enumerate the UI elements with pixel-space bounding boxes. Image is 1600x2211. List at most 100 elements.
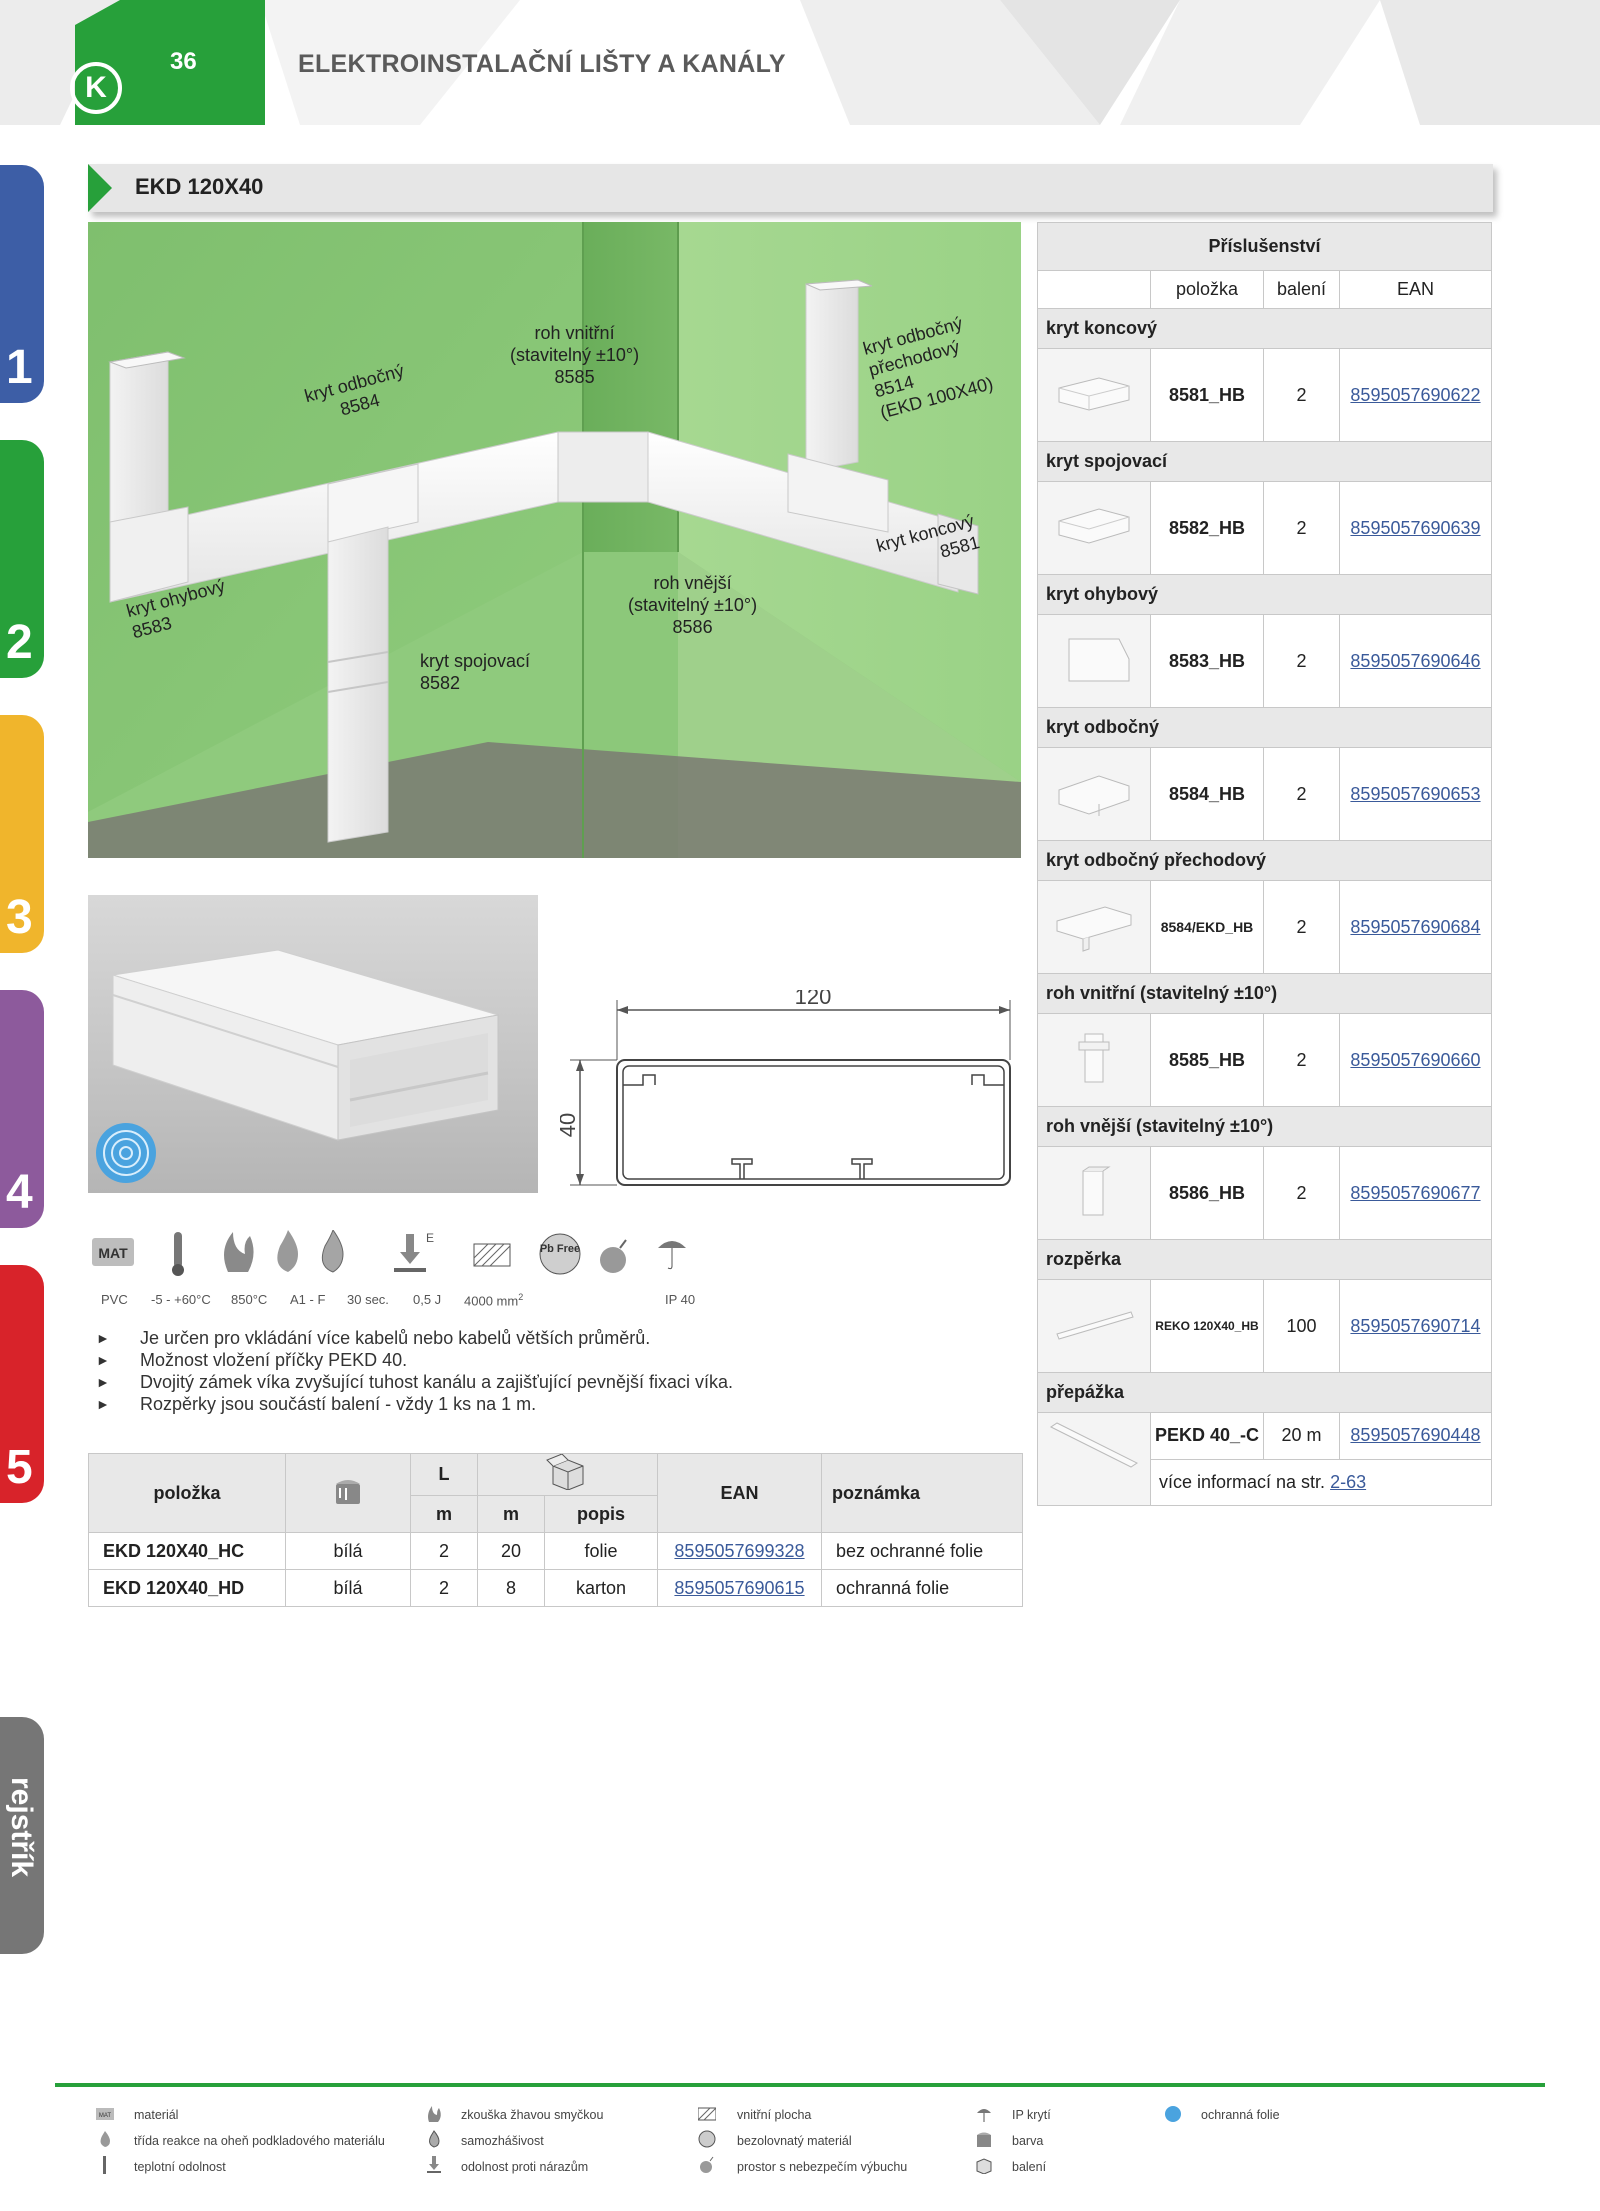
svg-text:Pb Free: Pb Free bbox=[540, 1243, 580, 1255]
label-roh-vnejsi: roh vnější (stavitelný ±10°) 8586 bbox=[628, 573, 758, 637]
label-impact: 0,5 J bbox=[413, 1292, 442, 1307]
lead-free-icon: Pb Free bbox=[539, 1233, 581, 1275]
accessory-row: 8581_HB 2 8595057690622 bbox=[1037, 348, 1492, 442]
accessory-image bbox=[1037, 1412, 1151, 1506]
ean-link[interactable]: 8595057690622 bbox=[1350, 385, 1480, 405]
chapter-tab-4[interactable]: 4 bbox=[0, 990, 44, 1228]
legend-item: balení bbox=[1012, 2160, 1047, 2174]
accessory-row: 8582_HB 2 8595057690639 bbox=[1037, 481, 1492, 575]
legend-item: vnitřní plocha bbox=[737, 2108, 812, 2122]
package-box-icon bbox=[545, 1453, 583, 1491]
accessory-image bbox=[1037, 747, 1151, 841]
accessory-image bbox=[1037, 481, 1151, 575]
ean-link[interactable]: 8595057690646 bbox=[1350, 651, 1480, 671]
glow-wire-icon bbox=[428, 2106, 441, 2122]
lead-free-icon bbox=[698, 2130, 716, 2148]
col-package bbox=[477, 1453, 658, 1496]
label-self-extinguishing: 30 sec. bbox=[347, 1292, 389, 1307]
ean-link[interactable]: 8595057690714 bbox=[1350, 1316, 1480, 1336]
ip-rating-icon bbox=[977, 2109, 991, 2122]
paint-bucket-icon bbox=[977, 2132, 991, 2147]
dimension-width: 120 bbox=[795, 990, 832, 1009]
ean-link[interactable]: 8595057690639 bbox=[1350, 518, 1480, 538]
ean-link[interactable]: 8595057690677 bbox=[1350, 1183, 1480, 1203]
inner-area-icon bbox=[698, 2107, 716, 2121]
legend-item: samozhášivost bbox=[461, 2134, 544, 2148]
installation-photo: roh vnitřní (stavitelný ±10°) 8585 kryt od… bbox=[88, 222, 1021, 858]
legend-item: odolnost proti nárazům bbox=[461, 2160, 589, 2174]
more-info: více informací na str. 2-63 bbox=[1150, 1458, 1492, 1506]
protective-foil-icon bbox=[1165, 2106, 1181, 2122]
accessory-row: 8585_HB 2 8595057690660 bbox=[1037, 1013, 1492, 1107]
paint-bucket-icon bbox=[336, 1479, 360, 1504]
col-poznamka: poznámka bbox=[821, 1453, 1023, 1533]
page-title: ELEKTROINSTALAČNÍ LIŠTY A KANÁLY bbox=[298, 50, 786, 78]
col-color bbox=[285, 1453, 411, 1533]
chapter-tab-5[interactable]: 5 bbox=[0, 1265, 44, 1503]
flame-icon bbox=[100, 2131, 110, 2147]
feature-item: ► Je určen pro vkládání více kabelů nebo … bbox=[96, 1328, 651, 1348]
label-roh-vnitrni: roh vnitřní (stavitelný ±10°) 8585 bbox=[510, 323, 640, 387]
explosion-risk-icon bbox=[600, 1239, 627, 1273]
product-photo bbox=[88, 895, 538, 1193]
legend-item: prostor s nebezpečím výbuchu bbox=[737, 2160, 908, 2174]
col-length: L bbox=[410, 1453, 478, 1496]
feature-item: ► Možnost vložení příčky PEKD 40. bbox=[96, 1350, 408, 1370]
section-title: EKD 120X40 bbox=[135, 174, 264, 199]
accessory-row: PEKD 40_-C 20 m 8595057690448 bbox=[1037, 1412, 1492, 1506]
table-row: EKD 120X40_HD bílá 2 8 karton 8595057690… bbox=[88, 1569, 1023, 1607]
ean-link[interactable]: 8595057690684 bbox=[1350, 917, 1480, 937]
explosion-risk-icon bbox=[700, 2156, 714, 2173]
ean-link[interactable]: 8595057690615 bbox=[674, 1578, 804, 1598]
duct-illustration bbox=[96, 949, 499, 1183]
chapter-tab-3[interactable]: 3 bbox=[0, 715, 44, 953]
label-glow-wire: 850°C bbox=[231, 1292, 268, 1307]
svg-text:MAT: MAT bbox=[99, 2113, 112, 2119]
material-icon: MAT bbox=[96, 2108, 114, 2120]
label-ip: IP 40 bbox=[665, 1292, 696, 1307]
legend-item: IP krytí bbox=[1012, 2108, 1051, 2122]
page-number: 36 bbox=[170, 48, 197, 75]
chapter-tab-1[interactable]: 1 bbox=[0, 165, 44, 403]
accessory-image bbox=[1037, 348, 1151, 442]
accessory-image bbox=[1037, 880, 1151, 974]
accessory-row: 8584/EKD_HB 2 8595057690684 bbox=[1037, 880, 1492, 974]
accessory-image bbox=[1037, 1146, 1151, 1240]
accessory-row: 8586_HB 2 8595057690677 bbox=[1037, 1146, 1492, 1240]
property-icons: MAT E Pb Free bbox=[88, 1228, 708, 1300]
legend-item: teplotní odolnost bbox=[134, 2160, 226, 2174]
label-material: PVC bbox=[101, 1292, 128, 1307]
legend-item: materiál bbox=[134, 2108, 179, 2122]
glow-wire-icon bbox=[224, 1232, 254, 1272]
more-info-link[interactable]: 2-63 bbox=[1330, 1472, 1366, 1492]
col-ean: EAN bbox=[657, 1453, 822, 1533]
self-extinguishing-icon bbox=[321, 1228, 344, 1273]
chapter-tab-index[interactable]: rejstřík bbox=[0, 1717, 44, 1954]
section-title-bar bbox=[88, 164, 1493, 212]
chapter-tab-2[interactable]: 2 bbox=[0, 440, 44, 678]
accessory-row: REKO 120X40_HB 100 8595057690714 bbox=[1037, 1279, 1492, 1373]
accessory-image bbox=[1037, 614, 1151, 708]
table-row: EKD 120X40_HC bílá 2 20 folie 8595057699… bbox=[88, 1532, 1023, 1570]
company-logo: K bbox=[70, 62, 122, 114]
legend-item: barva bbox=[1012, 2134, 1044, 2148]
thermometer-icon bbox=[103, 2156, 106, 2174]
legend-item: ochranná folie bbox=[1201, 2108, 1280, 2122]
accessory-image bbox=[1037, 1013, 1151, 1107]
ean-link[interactable]: 8595057690653 bbox=[1350, 784, 1480, 804]
ean-link[interactable]: 8595057690660 bbox=[1350, 1050, 1480, 1070]
legend-item: třída reakce na oheň podkladového materi… bbox=[134, 2134, 385, 2148]
svg-text:E: E bbox=[426, 1231, 434, 1245]
ean-link[interactable]: 8595057699328 bbox=[674, 1541, 804, 1561]
col-polozka: položka bbox=[88, 1453, 286, 1533]
thermometer-icon bbox=[172, 1232, 184, 1276]
inner-area-icon bbox=[473, 1243, 511, 1267]
impact-resistance-icon: E bbox=[394, 1231, 434, 1272]
feature-item: ► Rozpěrky jsou součástí balení - vždy 1 … bbox=[96, 1394, 537, 1414]
product-table: položka L EAN poznámka m m popis EKD 120… bbox=[88, 1453, 1023, 1607]
legend-item: zkouška žhavou smyčkou bbox=[461, 2108, 604, 2122]
feature-item: ► Dvojitý zámek víka zvyšující tuhost kan… bbox=[96, 1372, 733, 1392]
ean-link[interactable]: 8595057690448 bbox=[1350, 1425, 1480, 1445]
footer-line bbox=[55, 2083, 1545, 2087]
svg-text:MAT: MAT bbox=[98, 1245, 128, 1261]
